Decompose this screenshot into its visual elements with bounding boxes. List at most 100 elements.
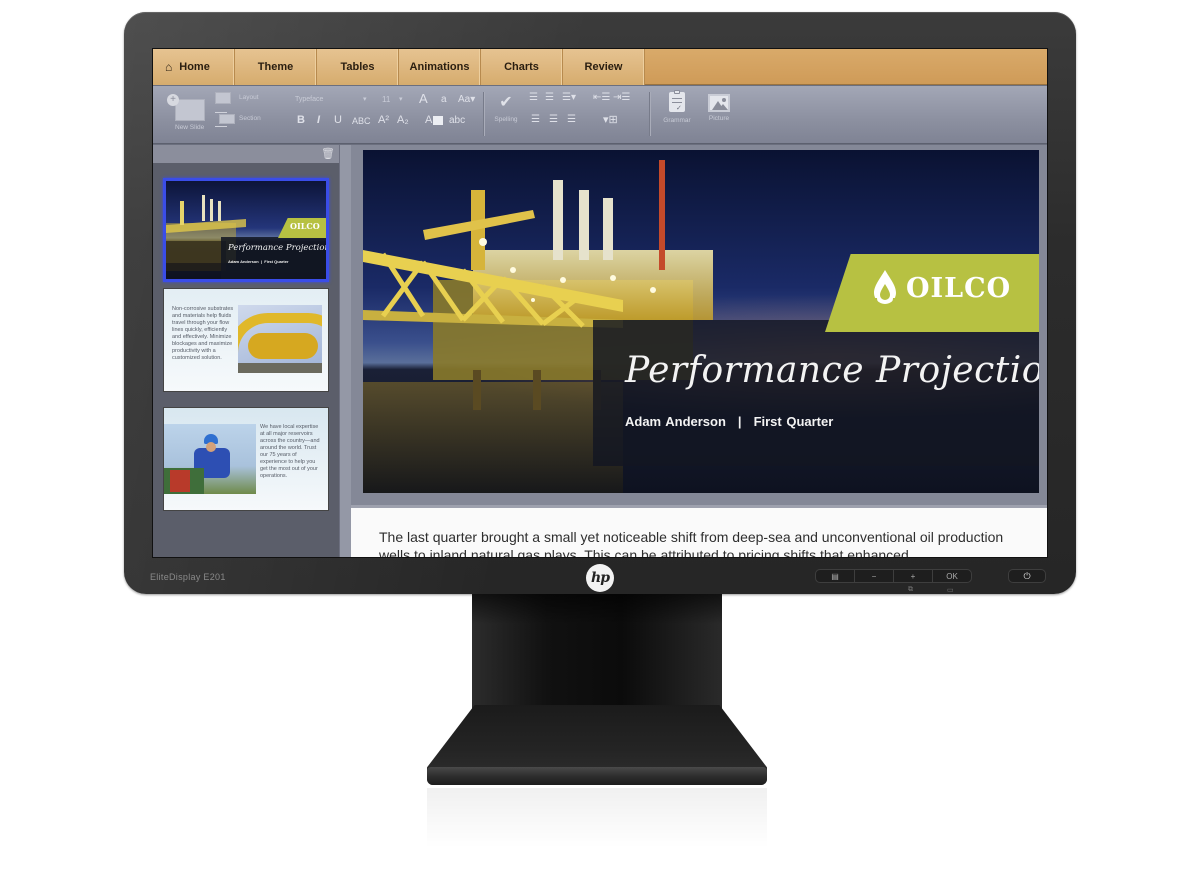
home-icon: ⌂ — [165, 60, 173, 74]
layout-button[interactable]: Layout — [215, 92, 275, 106]
tab-label: Review — [584, 61, 623, 73]
grammar-label: Grammar — [663, 117, 691, 124]
tab-tables[interactable]: Tables — [317, 49, 399, 85]
insert-table-button[interactable]: ▾⊞ — [603, 113, 618, 126]
slide-canvas[interactable]: OILCO Performance Projections Adam Ander… — [363, 150, 1039, 493]
tab-label: Home — [179, 61, 210, 73]
picture-icon — [708, 94, 730, 112]
osd-minus-button[interactable]: − — [855, 570, 894, 582]
picture-button[interactable]: Picture — [703, 92, 735, 136]
tab-label: Theme — [257, 61, 294, 73]
picture-label: Picture — [708, 115, 730, 122]
grow-font-button[interactable]: A — [419, 91, 428, 106]
thumb-body-text: Non-corrosive substrates and materials h… — [172, 306, 234, 361]
spelling-label: Spelling — [494, 116, 518, 123]
notes-text: The last quarter brought a small yet not… — [379, 529, 1004, 558]
worker-image — [164, 424, 256, 494]
tab-theme[interactable]: Theme — [235, 49, 317, 85]
formatting-toolbar: + New Slide Layout Section Typeface ▾ 11… — [153, 86, 1047, 144]
ribbon-tabs: ⌂ Home Theme Tables Animations Charts Re… — [153, 49, 1047, 85]
font-color-button[interactable]: A — [425, 114, 444, 126]
italic-button[interactable]: I — [317, 114, 320, 126]
osd-controls: ▤ − + OK — [815, 569, 972, 583]
slide-icon — [175, 99, 205, 121]
author-name: Adam Anderson — [625, 414, 726, 429]
spelling-button[interactable]: ✔ Spelling — [491, 94, 521, 134]
align-left-button[interactable]: ☰ — [531, 114, 540, 125]
underline-button[interactable]: U — [334, 114, 342, 126]
stand-reflection — [427, 788, 767, 848]
plus-icon: + — [910, 571, 916, 581]
ok-icon: OK — [946, 571, 958, 581]
color-swatch-icon — [433, 115, 444, 125]
display-mode-icon: ▭ — [947, 587, 954, 594]
tab-charts[interactable]: Charts — [481, 49, 563, 85]
minus-icon: − — [871, 571, 877, 581]
monitor-bezel: ⌂ Home Theme Tables Animations Charts Re… — [124, 12, 1076, 594]
title-panel — [593, 320, 1039, 466]
slide-title[interactable]: Performance Projections — [625, 350, 1039, 391]
water-slide-image — [238, 305, 322, 373]
brand-name: OILCO — [906, 272, 1012, 304]
thumb-brand: OILCO — [290, 221, 320, 231]
speaker-notes[interactable]: The last quarter brought a small yet not… — [351, 505, 1047, 558]
superscript-button[interactable]: A² — [378, 114, 389, 126]
grammar-button[interactable]: ✓ Grammar — [659, 90, 695, 136]
justify-button[interactable]: ☰ — [567, 114, 576, 125]
monitor-stand-neck — [472, 594, 722, 722]
menu-icon: ▤ — [831, 571, 839, 581]
osd-ok-button[interactable]: OK — [933, 570, 971, 582]
tab-animations[interactable]: Animations — [399, 49, 481, 85]
font-size-dropdown-arrow[interactable]: ▾ — [399, 95, 403, 103]
section-button[interactable]: Section — [215, 112, 275, 128]
thumb-body-text: We have local expertise at all major res… — [260, 424, 320, 479]
layout-label: Layout — [239, 94, 259, 101]
tab-review[interactable]: Review — [563, 49, 645, 85]
checkmark-icon: ✔ — [499, 94, 513, 111]
section-icon — [219, 114, 235, 124]
layout-icon — [215, 92, 231, 104]
tab-label: Charts — [504, 61, 539, 73]
thumb-subtitle: Adam Anderson | First Quarter — [228, 259, 289, 264]
new-slide-button[interactable]: + New Slide — [167, 94, 209, 134]
increase-indent-button[interactable]: ⇥☰ — [613, 92, 630, 103]
slide-thumbnail-2[interactable]: Non-corrosive substrates and materials h… — [163, 288, 329, 392]
subtitle-separator: | — [737, 414, 742, 429]
slide-thumbnail-1[interactable]: OILCO Performance Projections Adam Ander… — [163, 178, 329, 282]
power-button[interactable]: ⏻ — [1008, 569, 1046, 583]
osd-plus-button[interactable]: + — [894, 570, 933, 582]
slide-canvas-area: OILCO Performance Projections Adam Ander… — [351, 145, 1047, 505]
screen: ⌂ Home Theme Tables Animations Charts Re… — [152, 48, 1048, 558]
sidebar-scrollbar[interactable] — [339, 145, 351, 557]
align-center-button[interactable]: ☰ — [549, 114, 558, 125]
hp-logo: hp — [586, 564, 614, 592]
line-spacing-button[interactable]: ☰▾ — [562, 92, 576, 103]
brand-logo: OILCO — [870, 268, 1011, 308]
tab-home[interactable]: ⌂ Home — [153, 49, 235, 85]
change-case-button[interactable]: Aa▾ — [458, 94, 475, 105]
input-source-icon: ⧉ — [908, 586, 913, 593]
highlight-button[interactable]: abc — [449, 115, 465, 126]
font-color-label: A — [425, 114, 433, 126]
bold-button[interactable]: B — [297, 114, 305, 126]
strikethrough-button[interactable]: ABC — [352, 116, 371, 126]
clipboard-check-icon: ✓ — [669, 90, 685, 112]
shrink-font-button[interactable]: a — [441, 94, 447, 105]
power-icon: ⏻ — [1023, 570, 1031, 581]
font-size-select[interactable]: 11 — [382, 95, 390, 104]
slide-subtitle[interactable]: Adam Anderson | First Quarter — [625, 414, 833, 429]
numbered-list-button[interactable]: ☰ — [545, 92, 554, 103]
thumb-title: Performance Projections — [228, 243, 329, 253]
slide-thumbnail-3[interactable]: We have local expertise at all major res… — [163, 407, 329, 511]
osd-menu-button[interactable]: ▤ — [816, 570, 855, 582]
trash-icon[interactable]: 🗑 — [321, 147, 335, 160]
typeface-dropdown-arrow[interactable]: ▾ — [363, 95, 367, 103]
bullet-list-button[interactable]: ☰ — [529, 92, 539, 103]
plus-icon: + — [167, 94, 179, 106]
sidebar-header: 🗑 — [153, 145, 341, 163]
monitor-stand-base-edge — [427, 767, 767, 785]
decrease-indent-button[interactable]: ⇤☰ — [593, 92, 610, 103]
subscript-button[interactable]: A₂ — [397, 114, 409, 126]
typeface-select[interactable]: Typeface — [295, 96, 323, 103]
slide-thumbnails-panel: OILCO Performance Projections Adam Ander… — [153, 163, 339, 557]
